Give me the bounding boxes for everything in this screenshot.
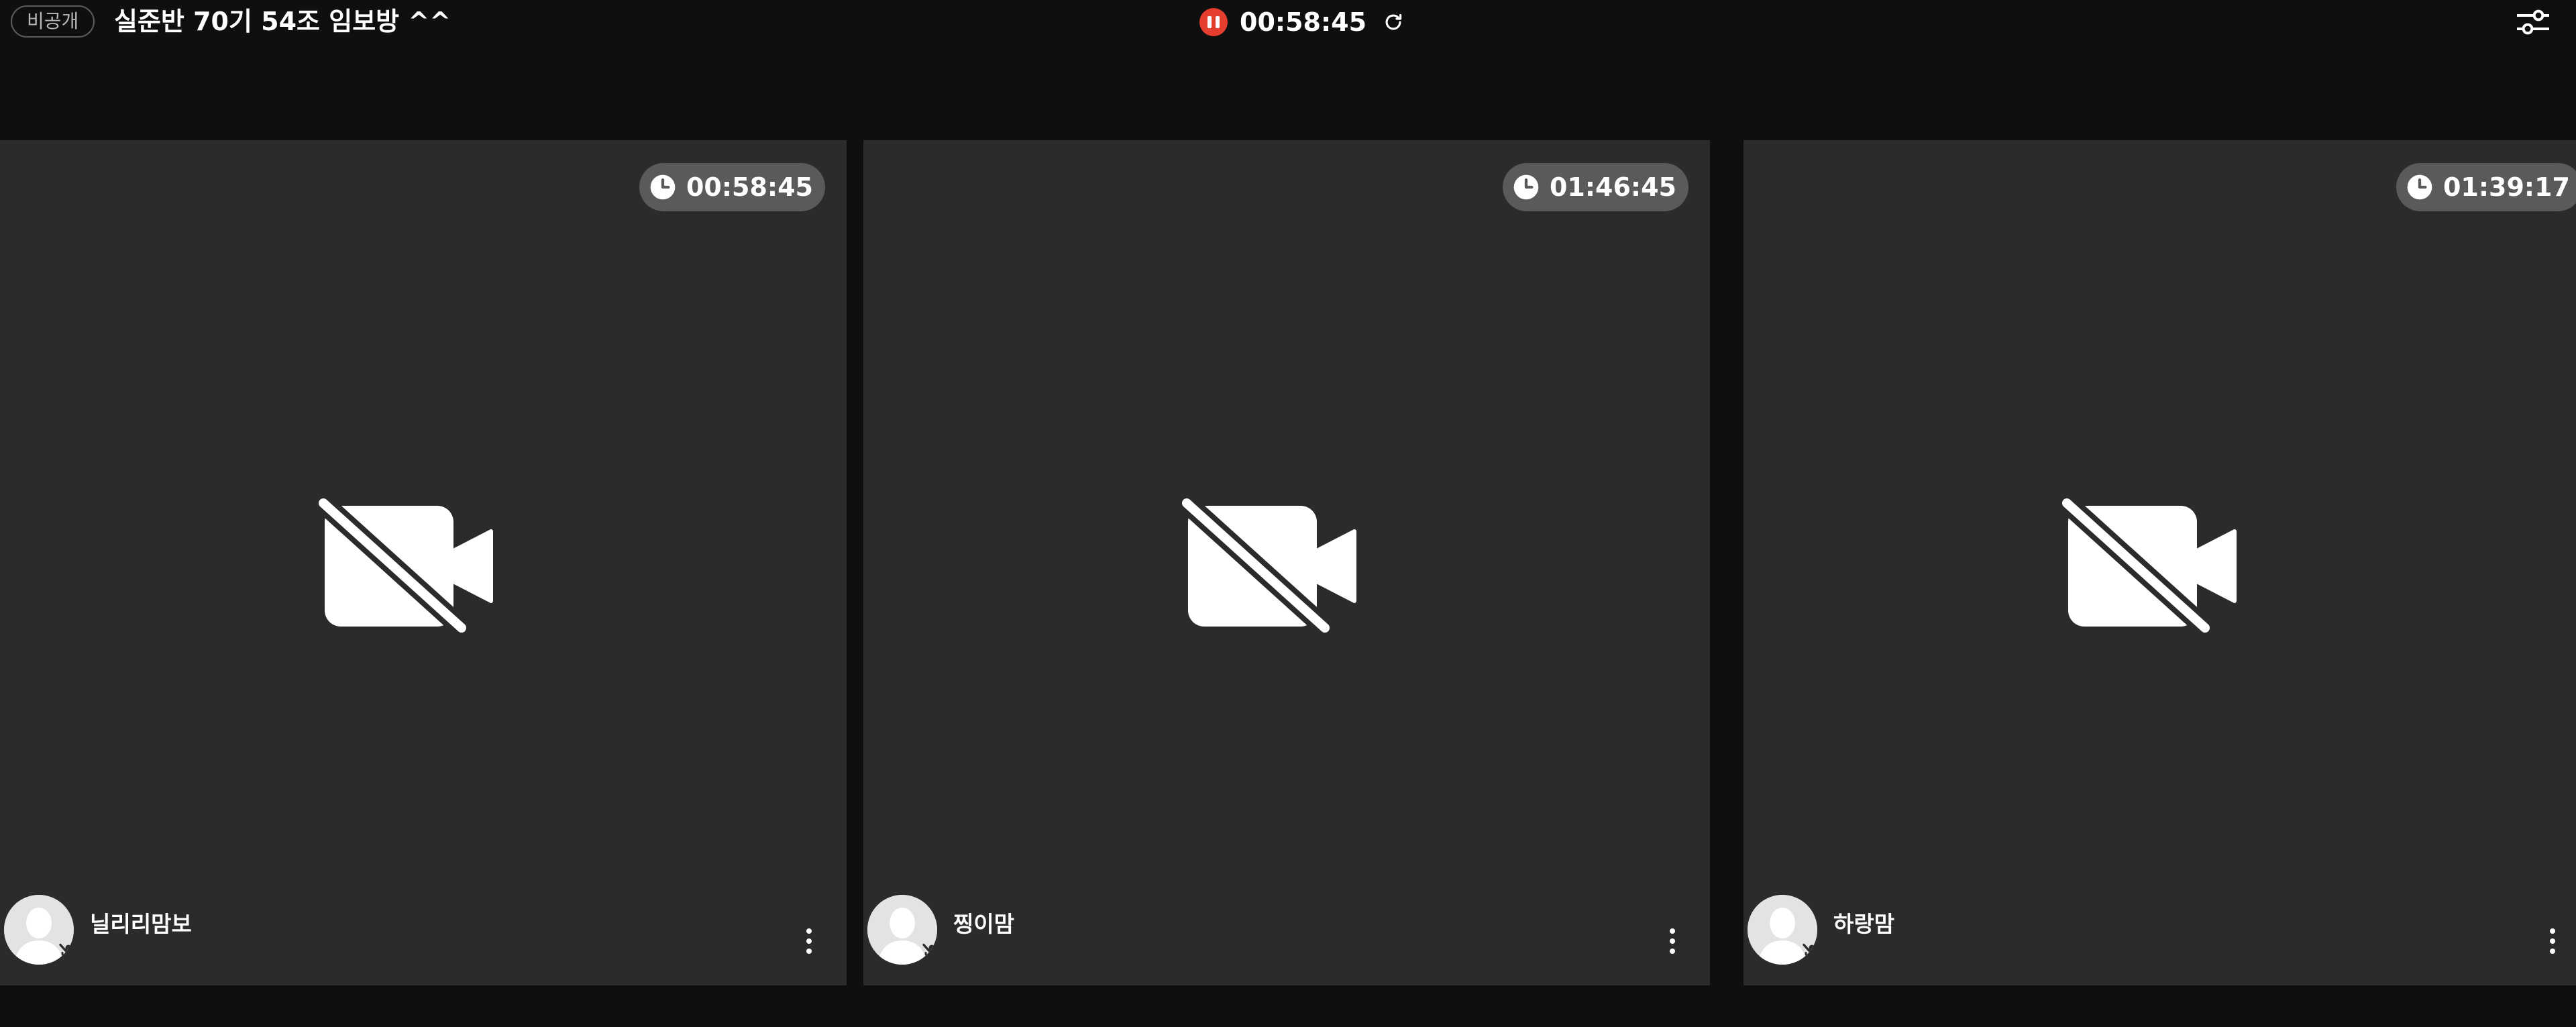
- mic-off-icon: [922, 943, 937, 964]
- pause-button[interactable]: [1199, 8, 1228, 36]
- more-vertical-icon: [806, 928, 812, 934]
- participant-tile[interactable]: 01:39:17 하랑맘: [1743, 140, 2576, 985]
- refresh-button[interactable]: [1380, 9, 1407, 36]
- study-time: 00:58:45: [686, 172, 813, 202]
- avatar[interactable]: [1748, 895, 1817, 965]
- study-time: 01:46:45: [1549, 172, 1676, 202]
- top-bar: 비공개 실준반 70기 54조 임보방 ^^ 00:58:45: [0, 0, 2576, 44]
- participant-tile[interactable]: 01:46:45 찡이맘: [863, 140, 1710, 985]
- participant-tile[interactable]: 00:58:45 닐리리맘보: [0, 140, 847, 985]
- clock-icon: [1512, 173, 1540, 201]
- clock-icon: [649, 173, 677, 201]
- camera-off-icon: [2061, 496, 2237, 633]
- mic-off-icon: [1803, 943, 1817, 964]
- more-vertical-icon: [1670, 928, 1675, 934]
- privacy-badge: 비공개: [11, 5, 95, 38]
- room-title: 실준반 70기 54조 임보방 ^^: [114, 7, 451, 36]
- avatar[interactable]: [4, 895, 74, 965]
- participant-name: 하랑맘: [1833, 911, 1895, 937]
- participant-info: 찡이맘: [867, 894, 1014, 966]
- mic-off-icon: [59, 943, 74, 964]
- avatar[interactable]: [867, 895, 937, 965]
- participant-info: 하랑맘: [1748, 894, 1894, 966]
- study-time-chip: 00:58:45: [639, 163, 825, 211]
- camera-off-icon: [1181, 496, 1356, 633]
- more-options-button[interactable]: [2540, 922, 2565, 960]
- more-options-button[interactable]: [1660, 922, 1684, 960]
- sliders-icon: [2517, 9, 2549, 35]
- session-timer-group: 00:58:45: [1199, 7, 1407, 38]
- more-options-button[interactable]: [797, 922, 821, 960]
- more-vertical-icon: [2550, 928, 2555, 934]
- study-time-chip: 01:46:45: [1502, 163, 1688, 211]
- camera-off-icon: [318, 496, 493, 633]
- participant-name: 찡이맘: [953, 911, 1015, 937]
- pause-icon: [1208, 16, 1212, 28]
- participant-info: 닐리리맘보: [4, 894, 192, 966]
- study-time: 01:39:17: [2443, 172, 2570, 202]
- session-timer: 00:58:45: [1240, 7, 1367, 37]
- study-time-chip: 01:39:17: [2396, 163, 2576, 211]
- clock-icon: [2406, 173, 2434, 201]
- settings-button[interactable]: [2514, 5, 2552, 39]
- participant-name: 닐리리맘보: [90, 911, 192, 937]
- refresh-icon: [1385, 13, 1402, 30]
